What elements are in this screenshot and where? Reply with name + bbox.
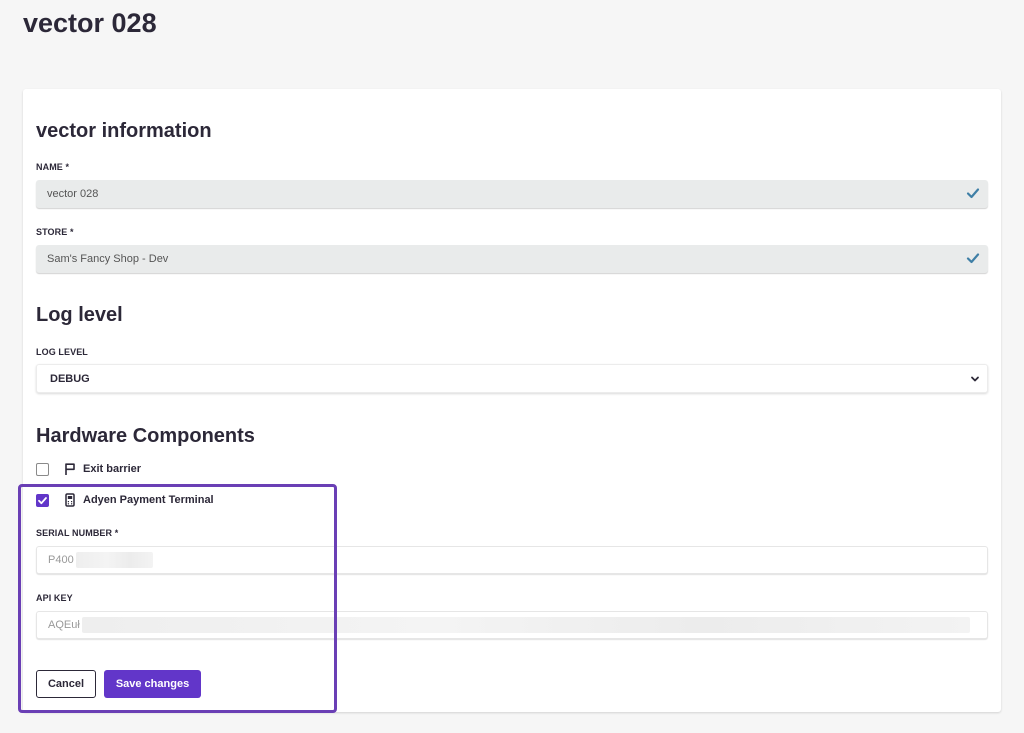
vector-information-heading: vector information	[36, 120, 212, 142]
log-level-selected: DEBUG	[50, 372, 90, 385]
name-field[interactable]: vector 028	[36, 180, 988, 208]
cancel-button[interactable]: Cancel	[36, 670, 96, 698]
redacted-serial	[75, 552, 153, 568]
page-title: vector 028	[23, 8, 157, 38]
checkmark-icon	[38, 496, 47, 504]
api-key-field[interactable]: AQEuł	[36, 611, 988, 639]
api-key-label: API KEY	[36, 593, 73, 603]
log-level-select[interactable]: DEBUG	[36, 364, 988, 393]
exit-barrier-checkbox[interactable]	[36, 462, 49, 476]
serial-number-field[interactable]: P400	[36, 546, 988, 574]
redacted-api-key	[81, 617, 970, 633]
flag-icon	[65, 463, 75, 475]
chevron-down-icon	[971, 376, 979, 382]
adyen-terminal-label: Adyen Payment Terminal	[83, 494, 214, 506]
component-adyen-terminal[interactable]: Adyen Payment Terminal	[36, 493, 214, 507]
log-level-heading: Log level	[36, 304, 123, 326]
api-key-value: AQEuł	[48, 619, 80, 631]
log-level-label: LOG LEVEL	[36, 347, 88, 357]
exit-barrier-label: Exit barrier	[83, 463, 142, 475]
store-field[interactable]: Sam's Fancy Shop - Dev	[36, 245, 988, 273]
serial-number-label: SERIAL NUMBER *	[36, 528, 119, 538]
vector-form-card: vector information NAME * vector 028 STO…	[23, 89, 1001, 712]
check-icon	[966, 253, 980, 264]
name-value: vector 028	[47, 188, 99, 200]
store-value: Sam's Fancy Shop - Dev	[47, 253, 169, 265]
payment-terminal-icon	[65, 493, 75, 507]
adyen-terminal-checkbox[interactable]	[36, 493, 49, 507]
component-exit-barrier[interactable]: Exit barrier	[36, 462, 141, 476]
hardware-components-heading: Hardware Components	[36, 425, 255, 447]
store-label: STORE *	[36, 227, 74, 237]
save-changes-button[interactable]: Save changes	[104, 670, 201, 698]
check-icon	[966, 188, 980, 199]
serial-number-value: P400	[48, 554, 74, 566]
name-label: NAME *	[36, 162, 70, 172]
